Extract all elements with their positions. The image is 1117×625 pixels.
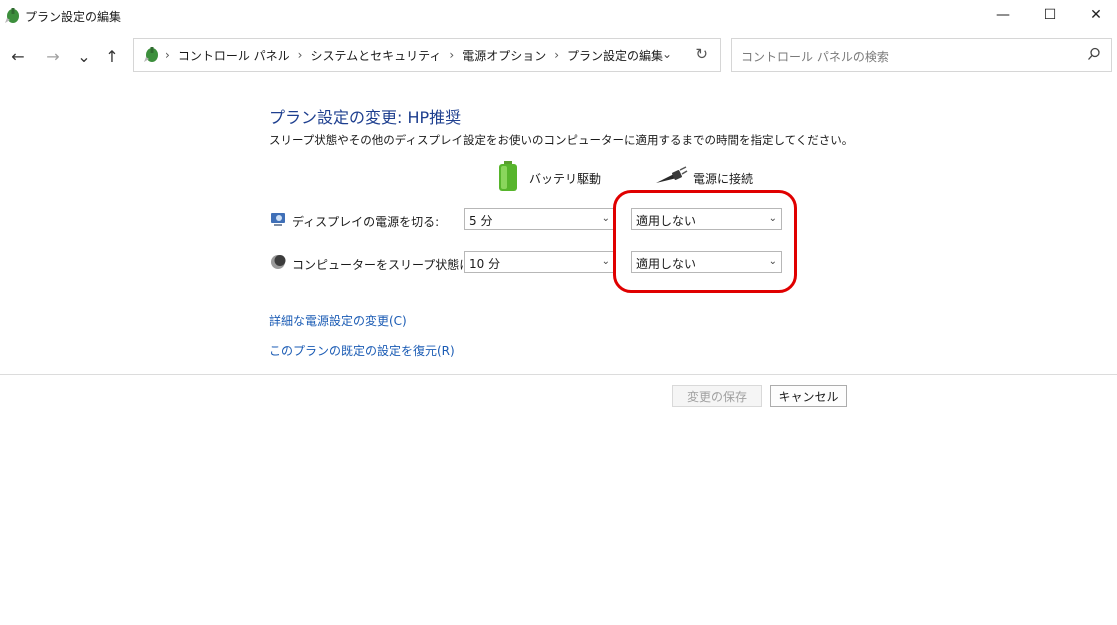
window-title: プラン設定の編集 [25, 10, 122, 24]
power-options-icon [5, 8, 19, 23]
minimize-button[interactable]: — [980, 0, 1026, 30]
recent-locations-button[interactable]: ⌄ [72, 44, 96, 68]
chevron-down-icon: ⌄ [601, 213, 610, 224]
breadcrumb-separator-icon: › [449, 48, 455, 62]
sleep-battery-select[interactable]: 10 分 ⌄ [464, 251, 615, 273]
up-button[interactable]: ↑ [100, 44, 124, 68]
monitor-icon [271, 213, 285, 226]
breadcrumb-separator-icon: › [297, 48, 303, 62]
breadcrumb-separator-icon: › [554, 48, 560, 62]
arrow-left-icon: ← [11, 46, 25, 66]
breadcrumb-item-system-security[interactable]: システムとセキュリティ [310, 47, 441, 64]
refresh-icon[interactable]: ↻ [695, 45, 708, 63]
breadcrumb-item-control-panel[interactable]: コントロール パネル [178, 47, 290, 64]
display-off-battery-select[interactable]: 5 分 ⌄ [464, 208, 615, 230]
battery-icon [499, 161, 517, 191]
cancel-button[interactable]: キャンセル [770, 385, 847, 407]
save-changes-button[interactable]: 変更の保存 [672, 385, 762, 407]
chevron-down-icon: ⌄ [601, 256, 610, 267]
column-header-plugged: 電源に接続 [693, 172, 754, 186]
chevron-down-icon: ⌄ [77, 46, 91, 66]
divider [0, 374, 1117, 375]
search-input[interactable]: コントロール パネルの検索 [731, 38, 1112, 72]
page-description: スリープ状態やその他のディスプレイ設定をお使いのコンピューターに適用するまでの時… [269, 133, 854, 147]
advanced-settings-link[interactable]: 詳細な電源設定の変更(C) [269, 312, 407, 329]
search-icon[interactable] [1087, 47, 1101, 61]
address-bar[interactable]: › コントロール パネル › システムとセキュリティ › 電源オプション › プ… [133, 38, 721, 72]
row-label-display-off: ディスプレイの電源を切る: [292, 215, 440, 229]
breadcrumb: › コントロール パネル › システムとセキュリティ › 電源オプション › プ… [165, 39, 663, 71]
arrow-up-icon: ↑ [105, 46, 119, 66]
power-options-icon [144, 47, 158, 62]
highlight-annotation [613, 190, 797, 293]
maximize-button[interactable]: ☐ [1027, 0, 1073, 30]
page-title: プラン設定の変更: HP推奨 [269, 108, 462, 127]
navigation-bar: ← → ⌄ ↑ › コントロール パネル › システムとセキュリティ › 電源オ… [0, 36, 1117, 76]
breadcrumb-separator-icon: › [165, 48, 170, 62]
close-button[interactable]: ✕ [1073, 0, 1117, 30]
breadcrumb-item-edit-plan[interactable]: プラン設定の編集 [567, 47, 663, 64]
column-header-battery: バッテリ駆動 [529, 172, 602, 186]
back-button[interactable]: ← [6, 44, 30, 68]
power-plug-icon [656, 166, 688, 183]
title-bar: プラン設定の編集 — ☐ ✕ [0, 0, 1117, 32]
arrow-right-icon: → [46, 46, 60, 66]
breadcrumb-item-power-options[interactable]: 電源オプション [462, 47, 546, 64]
sleep-moon-icon [271, 255, 286, 269]
search-placeholder: コントロール パネルの検索 [741, 50, 889, 64]
restore-defaults-link[interactable]: このプランの既定の設定を復元(R) [269, 342, 455, 359]
address-dropdown-icon[interactable]: ⌄ [662, 47, 672, 61]
forward-button[interactable]: → [41, 44, 65, 68]
